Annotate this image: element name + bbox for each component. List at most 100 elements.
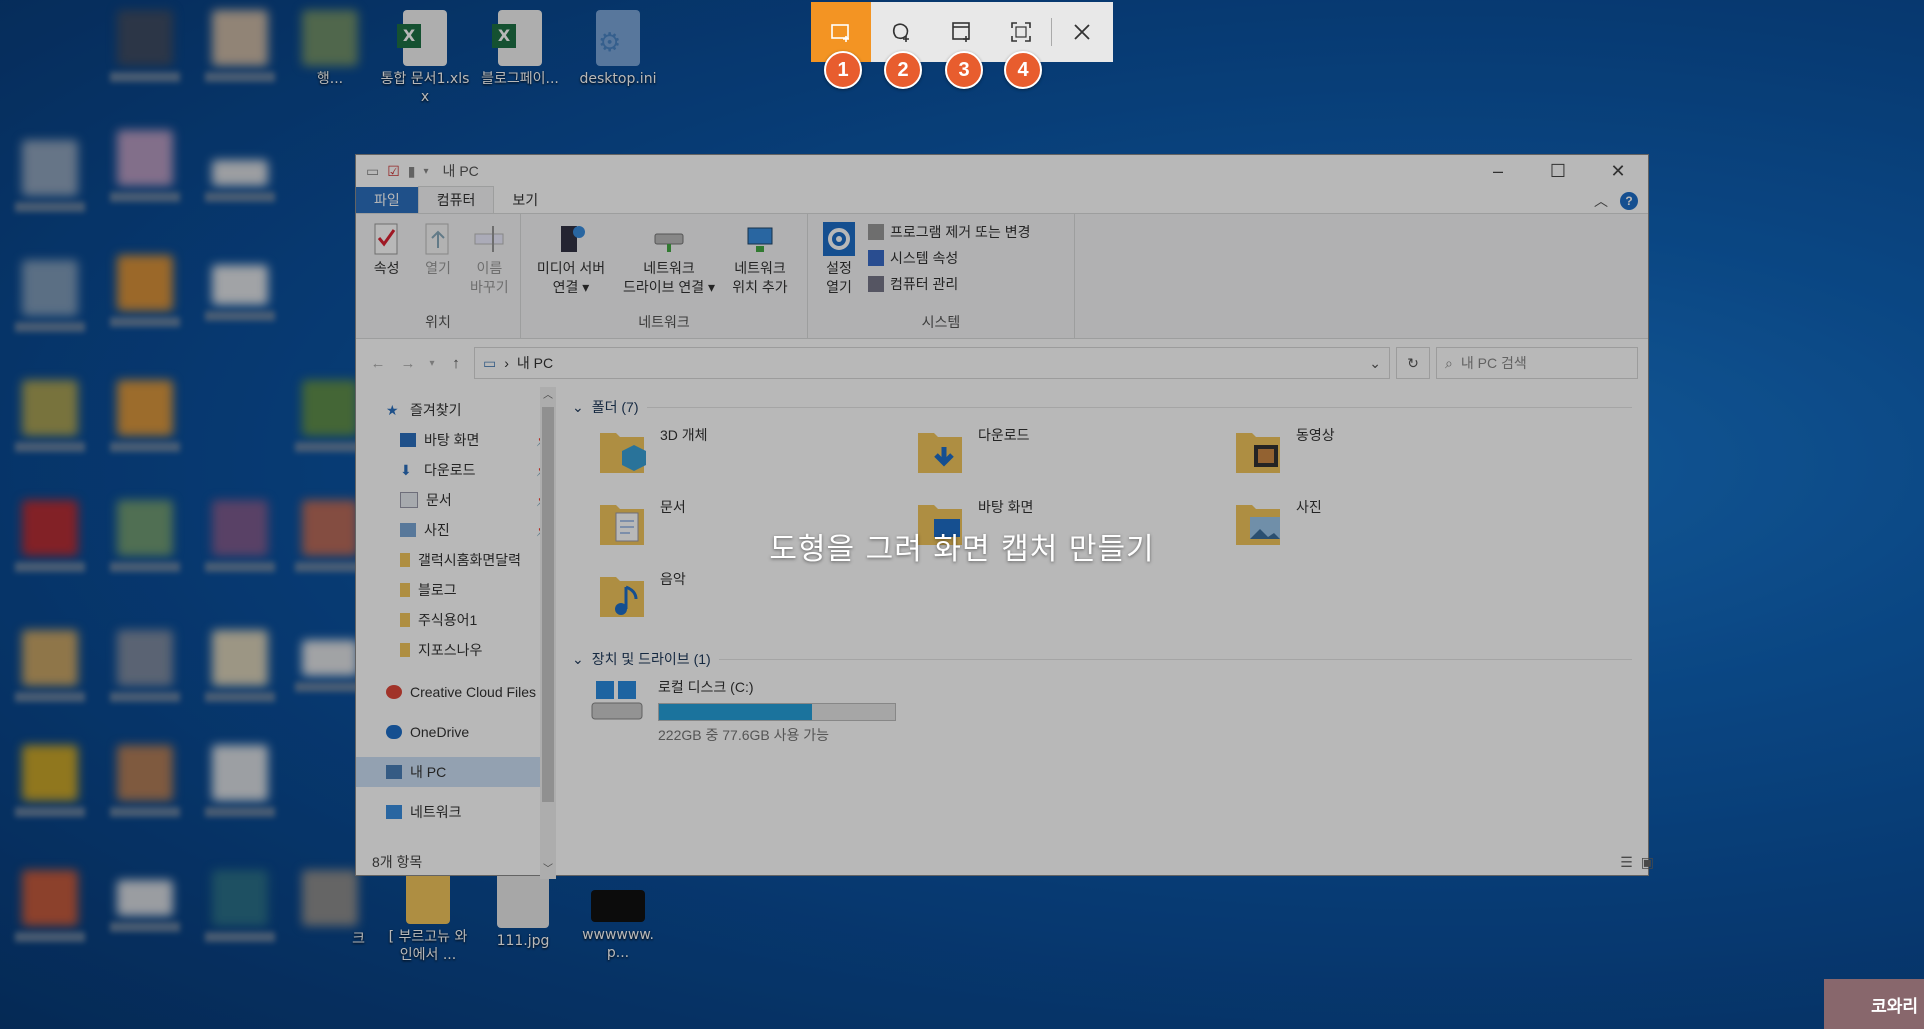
open-settings-button[interactable]: 설정 열기 [816,218,862,312]
nav-scrollbar[interactable]: ︿ ﹀ [540,387,556,879]
customize-quick-access-icon[interactable]: ▾ [424,166,429,177]
desktop-icon-blurred[interactable] [5,870,95,942]
add-network-location-button[interactable]: 네트워크 위치 추가 [725,218,795,312]
folder-item-downloads[interactable]: 다운로드 [914,425,1232,487]
desktop-icon-blurred[interactable] [100,130,190,202]
group-title-network: 네트워크 [638,314,690,330]
desktop-icon-excel[interactable]: 행... [285,10,375,88]
desktop-icon-blurred[interactable] [5,745,95,817]
desktop-icon-folder[interactable]: [ 부르고뉴 와인에서 ... [383,872,473,964]
desktop-icon-image[interactable]: 111.jpg [478,872,568,950]
folders-section-header[interactable]: ⌄ 폴더 (7) [572,397,1632,417]
window-title: 내 PC [442,163,479,179]
desktop-icon-blurred[interactable] [100,255,190,327]
refresh-button[interactable]: ↻ [1396,347,1430,379]
folder-item-3d-objects[interactable]: 3D 개체 [596,425,914,487]
desktop-icon-blurred[interactable]: 크 [285,870,375,948]
ribbon-tabs: 파일 컴퓨터 보기 ︿ ? [356,186,1648,213]
up-button[interactable]: ↑ [444,355,468,372]
desktop-icon-blurred[interactable] [5,260,95,332]
open-button[interactable]: 열기 [415,218,460,312]
step-badge-2: 2 [884,51,922,89]
sidebar-item-network[interactable]: 네트워크 [356,797,536,827]
file-explorer-window[interactable]: ▭ ☑ ▮ ▾ 내 PC – ☐ ✕ 파일 컴퓨터 보기 ︿ ? 속성 열기 이… [355,154,1654,879]
sidebar-item-folder[interactable]: 주식용어1 [356,605,550,635]
sidebar-item-onedrive[interactable]: OneDrive [356,717,536,747]
sidebar-item-folder[interactable]: 블로그 [356,575,550,605]
system-properties-icon [868,250,884,266]
sidebar-item-desktop[interactable]: 바탕 화면📌 [356,425,550,455]
maximize-button[interactable]: ☐ [1528,161,1588,182]
desktop-icon-blurred[interactable] [195,265,285,321]
search-input[interactable]: ⌕ 내 PC 검색 [1436,347,1638,379]
onedrive-icon [386,725,402,739]
rename-button[interactable]: 이름 바꾸기 [467,218,512,312]
drives-section-header[interactable]: ⌄ 장치 및 드라이브 (1) [572,649,1632,669]
desktop-icon-blurred[interactable] [195,160,285,202]
breadcrumb[interactable]: 내 PC [517,353,553,373]
computer-management-link[interactable]: 컴퓨터 관리 [868,274,1030,294]
desktop-icon-blurred[interactable] [195,870,285,942]
sidebar-item-quick-access[interactable]: ★ 즐겨찾기 [356,395,536,425]
uninstall-program-link[interactable]: 프로그램 제거 또는 변경 [868,222,1030,242]
desktop-icon-blurred[interactable] [100,745,190,817]
desktop-icon-blurred[interactable] [100,10,190,82]
forward-button[interactable]: → [396,355,420,372]
desktop-icon-image[interactable]: wwwwww.p... [573,890,663,962]
desktop-icon-blurred[interactable] [100,880,190,932]
item-count: 8개 항목 [372,854,423,870]
sidebar-item-folder[interactable]: 지포스나우 [356,635,550,665]
properties-button[interactable]: 속성 [364,218,409,312]
details-view-icon[interactable]: ☰ [1620,854,1633,871]
close-window-button[interactable]: ✕ [1588,161,1648,182]
desktop-icon-blurred[interactable] [5,140,95,212]
music-folder-icon [600,577,644,617]
address-dropdown-icon[interactable]: ⌄ [1369,355,1381,372]
step-badge-1: 1 [824,51,862,89]
help-icon[interactable]: ? [1620,192,1638,210]
desktop-icon-blurred[interactable] [195,10,285,82]
desktop-icon-blurred[interactable] [195,630,285,702]
address-bar[interactable]: ▭ › 내 PC ⌄ [474,347,1390,379]
scroll-up-icon[interactable]: ︿ [540,387,556,405]
collapse-ribbon-icon[interactable]: ︿ [1594,191,1608,211]
folder-icon [400,643,410,657]
map-network-drive-button[interactable]: 네트워크 드라이브 연결 ▾ [619,218,719,312]
drive-item-c[interactable]: 로컬 디스크 (C:) 222GB 중 77.6GB 사용 가능 [588,677,1632,745]
back-button[interactable]: ← [366,355,390,372]
recent-locations-button[interactable]: ▾ [426,358,438,369]
chevron-down-icon: ⌄ [572,650,584,667]
sidebar-item-creative-cloud[interactable]: Creative Cloud Files [356,677,566,707]
desktop-icon-blurred[interactable] [100,630,190,702]
desktop-icon-blurred[interactable] [195,745,285,817]
desktop-icon-ini[interactable]: ⚙ desktop.ini [573,10,663,88]
tab-computer[interactable]: 컴퓨터 [417,186,495,213]
downloads-folder-icon [918,433,962,473]
desktop-icon-excel[interactable]: X 통합 문서1.xlsx [380,10,470,106]
scrollbar-thumb[interactable] [542,407,554,802]
desktop-icon-excel[interactable]: X 블로그페이... [475,10,565,88]
sidebar-item-this-pc[interactable]: 내 PC [356,757,554,787]
folder-item-music[interactable]: 음악 [596,569,914,631]
media-server-button[interactable]: 미디어 서버 연결 ▾ [529,218,613,312]
navigation-pane[interactable]: ★즐겨찾기 바탕 화면📌 ⬇다운로드📌 문서📌 사진📌 갤럭시홈화면달력 블로그… [356,387,556,879]
minimize-button[interactable]: – [1468,161,1528,182]
tab-view[interactable]: 보기 [494,187,556,213]
main-content[interactable]: ⌄ 폴더 (7) 3D 개체 다운로드 동영상 문서 바탕 화면 사진 음악 ⌄ 장… [556,387,1648,879]
sidebar-item-downloads[interactable]: ⬇다운로드📌 [356,455,550,485]
new-folder-quick-icon[interactable]: ▮ [408,163,416,180]
sidebar-item-documents[interactable]: 문서📌 [356,485,550,515]
large-icons-view-icon[interactable]: ▣ [1641,854,1654,871]
desktop-icon-blurred[interactable] [5,630,95,702]
close-snip-button[interactable] [1052,2,1112,62]
group-title-system: 시스템 [921,314,961,330]
properties-quick-icon[interactable]: ☑ [387,163,400,180]
title-bar[interactable]: ▭ ☑ ▮ ▾ 내 PC – ☐ ✕ [356,155,1648,187]
image-file-icon [497,872,549,928]
tab-file[interactable]: 파일 [356,187,418,213]
folder-item-videos[interactable]: 동영상 [1232,425,1550,487]
desktop-icon-blurred[interactable] [5,380,95,452]
pc-icon [386,765,402,779]
desktop-icon-blurred[interactable] [100,380,190,452]
system-properties-link[interactable]: 시스템 속성 [868,248,1030,268]
